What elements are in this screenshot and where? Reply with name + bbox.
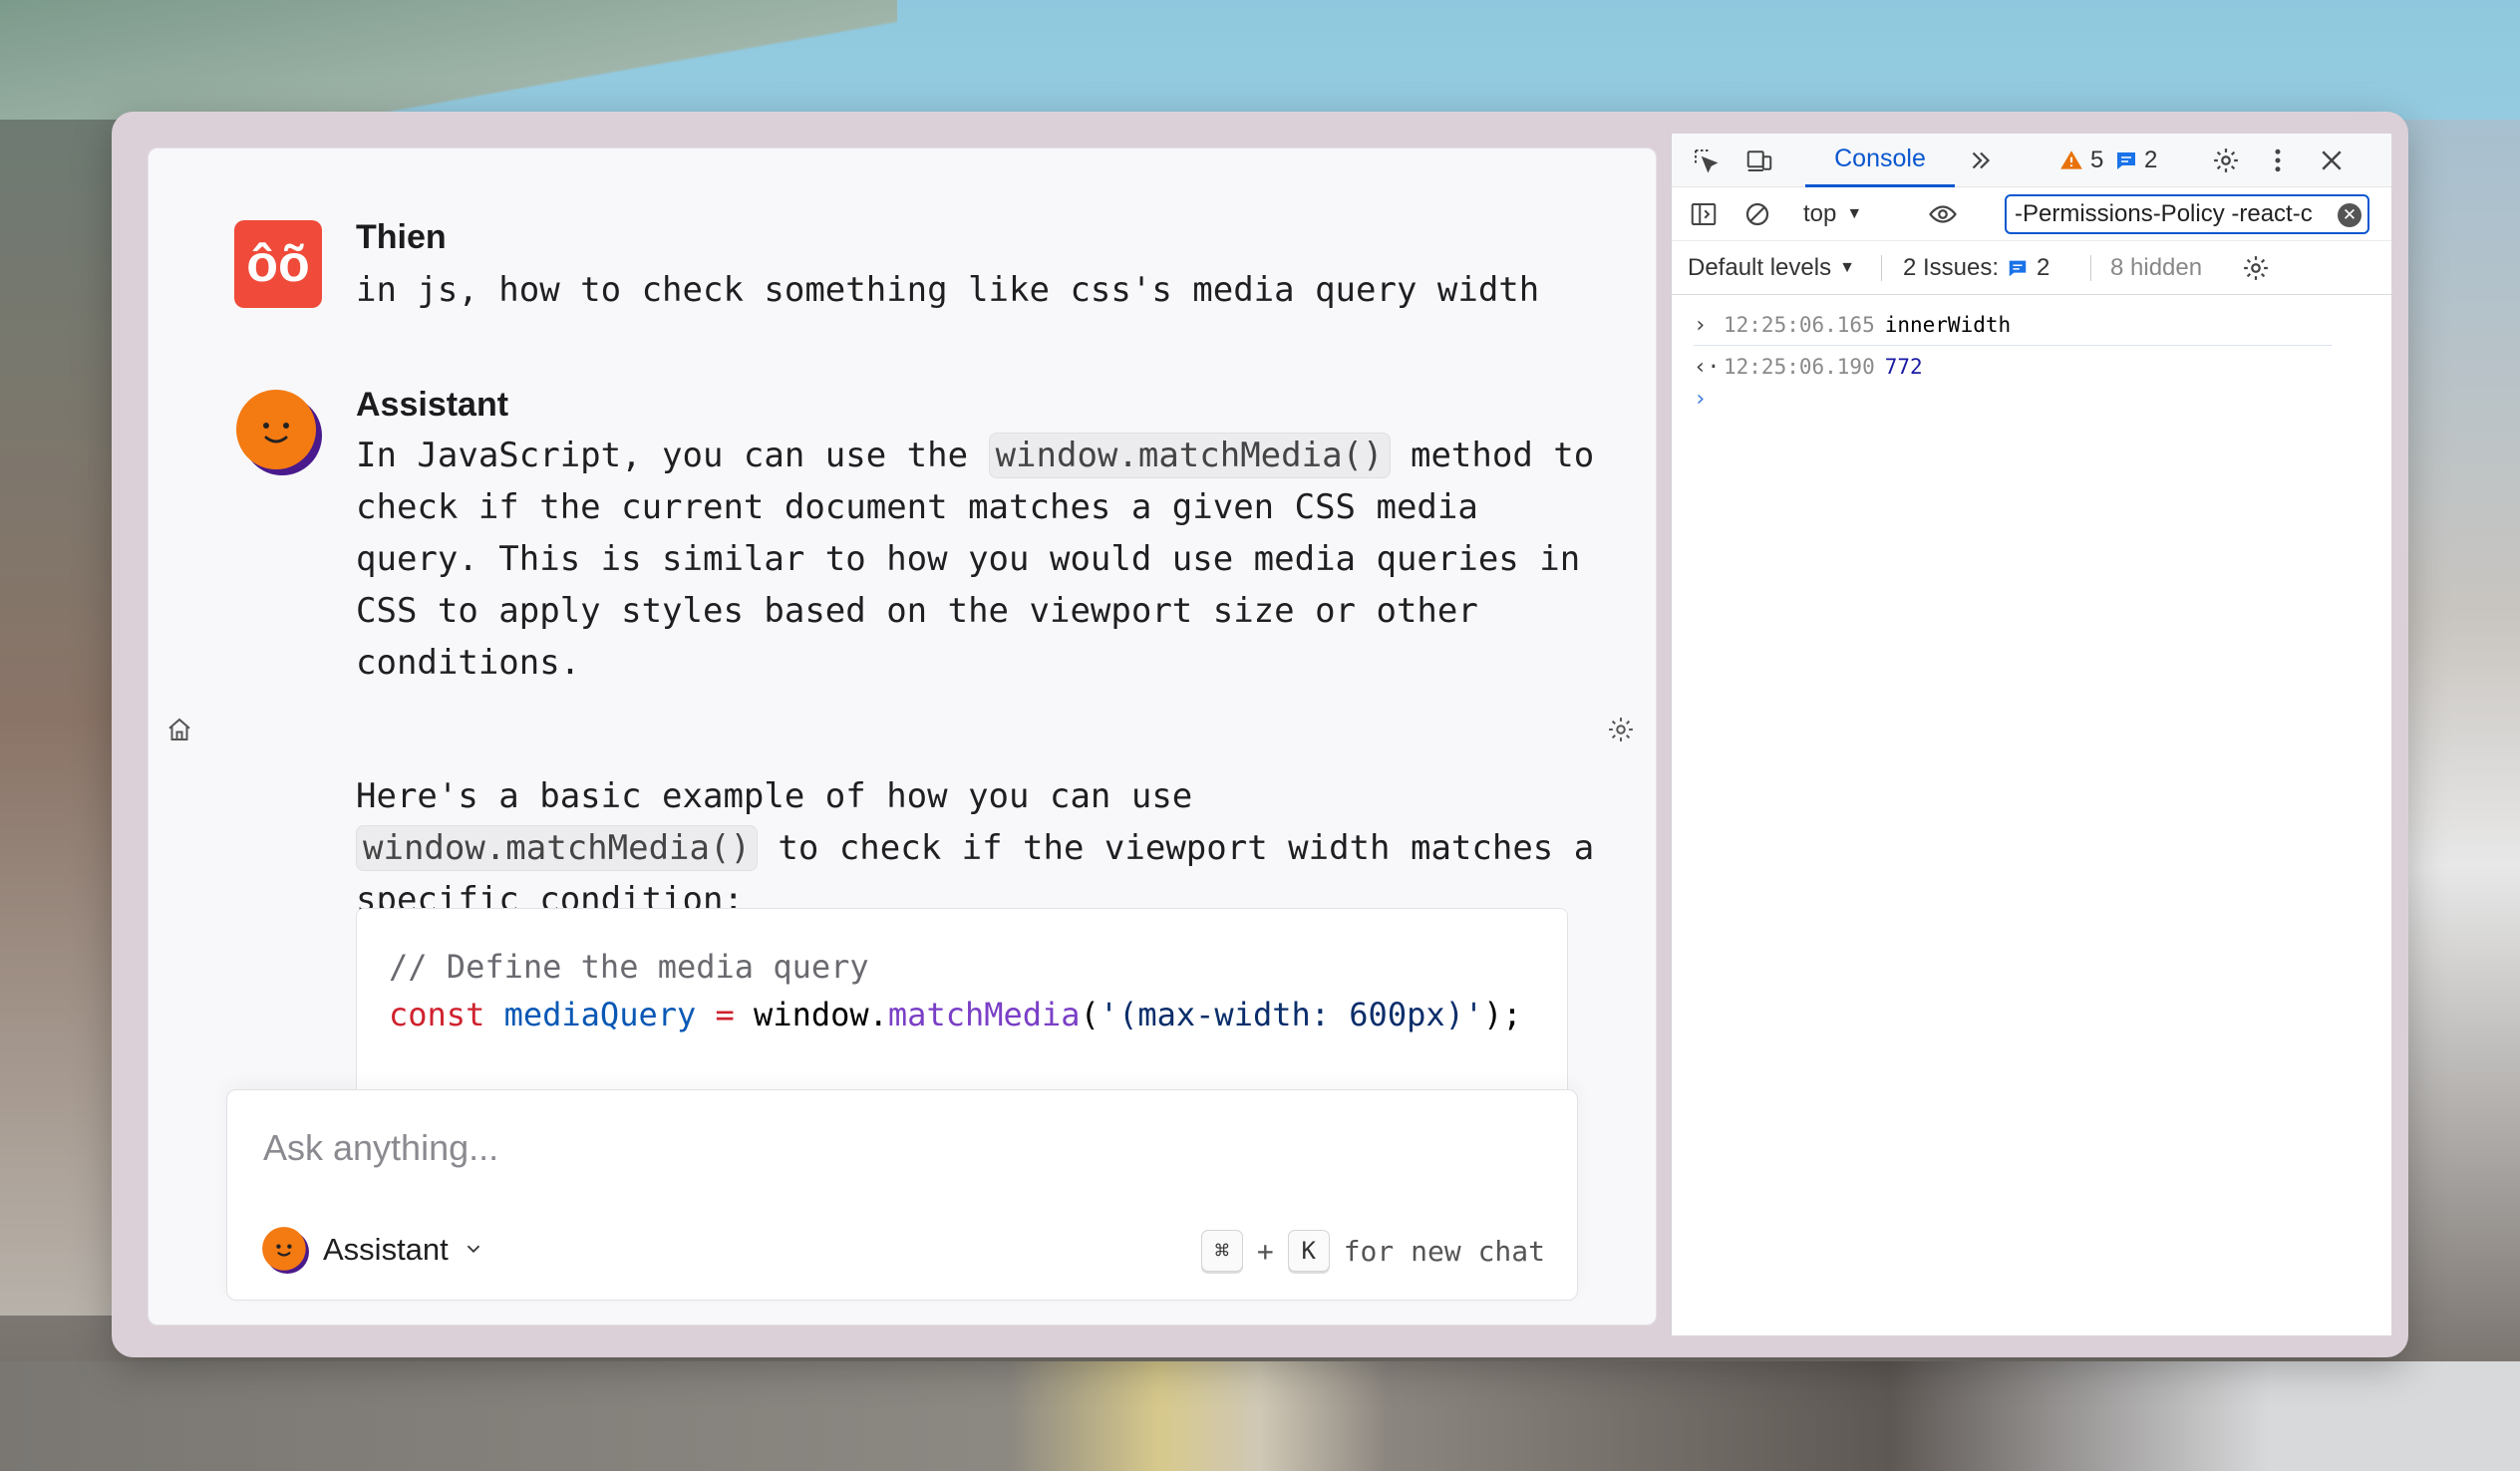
chevron-right-icon: › <box>1694 312 1708 338</box>
more-options-icon[interactable] <box>2262 145 2294 176</box>
code-object: window. <box>754 996 888 1033</box>
live-expression-eye-icon[interactable] <box>1923 198 1963 230</box>
console-filter-bar: top ▼ ✕ <box>1672 187 2391 241</box>
user-message: in js, how to check something like css's… <box>356 270 1540 310</box>
log-timestamp: 12:25:06.165 <box>1724 313 1875 337</box>
code-close: ); <box>1483 996 1522 1033</box>
code-variable: mediaQuery <box>503 996 697 1033</box>
assistant-avatar-icon <box>262 1227 309 1274</box>
dropdown-triangle-icon: ▼ <box>1839 258 1855 276</box>
code-comment: // Define the media query <box>389 948 869 986</box>
devtools-toolbar: Console 5 2 <box>1672 134 2391 187</box>
clear-console-icon[interactable] <box>1741 198 1773 230</box>
chat-panel: ôõ Thien in js, how to check something l… <box>148 147 1657 1325</box>
code-keyword: const <box>389 996 485 1033</box>
assistant-name: Assistant <box>356 386 509 424</box>
shortcut-plus: + <box>1256 1234 1274 1268</box>
more-tabs-icon[interactable] <box>1965 145 1997 176</box>
user-avatar: ôõ <box>234 220 322 308</box>
console-log-input[interactable]: › 12:25:06.165 innerWidth <box>1694 305 2332 346</box>
issues-label: 2 Issues: <box>1903 253 2000 281</box>
sidebar-toggle-icon[interactable] <box>1688 198 1720 230</box>
issues-count: 2 <box>2037 253 2050 281</box>
messages-badge[interactable]: 2 <box>2114 147 2157 174</box>
return-arrow-icon: ‹· <box>1694 354 1721 380</box>
console-filter-input[interactable] <box>2005 194 2369 234</box>
context-selector[interactable]: top ▼ <box>1803 200 1862 228</box>
ask-input[interactable] <box>261 1126 1461 1170</box>
context-label: top <box>1803 199 1837 227</box>
warning-icon <box>2060 149 2082 169</box>
k-key: K <box>1287 1230 1330 1272</box>
assistant-avatar <box>234 388 322 475</box>
code-operator: = <box>715 996 735 1033</box>
code-string: '(max-width: 600px)' <box>1099 996 1484 1033</box>
clear-filter-icon[interactable]: ✕ <box>2338 203 2362 227</box>
shortcut-label: for new chat <box>1343 1234 1545 1268</box>
console-prompt[interactable]: › <box>1694 387 1707 412</box>
background-platform <box>0 1361 2520 1471</box>
warnings-count: 5 <box>2090 146 2104 173</box>
message-icon <box>2117 151 2135 169</box>
close-icon[interactable] <box>2316 145 2348 176</box>
user-name: Thien <box>356 218 447 256</box>
settings-gear-icon[interactable] <box>1606 715 1636 744</box>
console-levels-bar: Default levels ▼ 2 Issues: 2 8 hidden <box>1672 241 2391 295</box>
message-icon <box>2009 260 2027 276</box>
console-log-output[interactable]: ‹· 12:25:06.190 772 <box>1694 347 2332 387</box>
command-key: ⌘ <box>1200 1230 1243 1272</box>
messages-count: 2 <box>2144 146 2158 173</box>
new-chat-shortcut: ⌘ + K for new chat <box>1200 1230 1545 1272</box>
paragraph-text: Here's a basic example of how you can us… <box>356 776 1193 816</box>
hidden-count: 8 hidden <box>2110 253 2203 281</box>
model-selector[interactable]: Assistant <box>261 1226 484 1274</box>
tab-console[interactable]: Console <box>1805 134 1955 187</box>
divider <box>2090 255 2091 281</box>
warnings-badge[interactable]: 5 <box>2058 147 2103 174</box>
log-text: innerWidth <box>1884 313 2012 337</box>
model-label: Assistant <box>323 1232 449 1267</box>
issues-link[interactable]: 2 Issues: 2 <box>1903 254 2049 282</box>
log-levels-dropdown[interactable]: Default levels ▼ <box>1688 254 1855 282</box>
inline-code: window.matchMedia() <box>356 825 758 871</box>
console-settings-gear-icon[interactable] <box>2240 252 2272 284</box>
inline-code: window.matchMedia() <box>988 433 1391 478</box>
code-paren: ( <box>1080 996 1100 1033</box>
assistant-paragraph-1: In JavaScript, you can use the window.ma… <box>356 430 1612 689</box>
paragraph-text: In JavaScript, you can use the <box>356 436 989 475</box>
log-value: 772 <box>1884 355 1923 379</box>
chat-input-box: Assistant ⌘ + K for new chat <box>226 1089 1578 1301</box>
device-toolbar-icon[interactable] <box>1743 145 1775 176</box>
devtools-panel: Console 5 2 top ▼ -Permissions-Policy -r… <box>1671 134 2391 1335</box>
inspect-element-icon[interactable] <box>1690 145 1722 176</box>
divider <box>1881 255 1882 281</box>
log-timestamp: 12:25:06.190 <box>1724 355 1875 379</box>
background-right-scenery <box>2400 120 2520 1365</box>
code-function: matchMedia <box>887 996 1081 1033</box>
settings-gear-icon[interactable] <box>2210 145 2242 176</box>
levels-label: Default levels <box>1688 253 1832 281</box>
assistant-paragraph-2: Here's a basic example of how you can us… <box>356 770 1612 926</box>
chevron-down-icon <box>463 1232 484 1268</box>
home-icon[interactable] <box>164 715 194 744</box>
app-window: ôõ Thien in js, how to check something l… <box>112 112 2408 1357</box>
dropdown-triangle-icon: ▼ <box>1846 204 1863 222</box>
